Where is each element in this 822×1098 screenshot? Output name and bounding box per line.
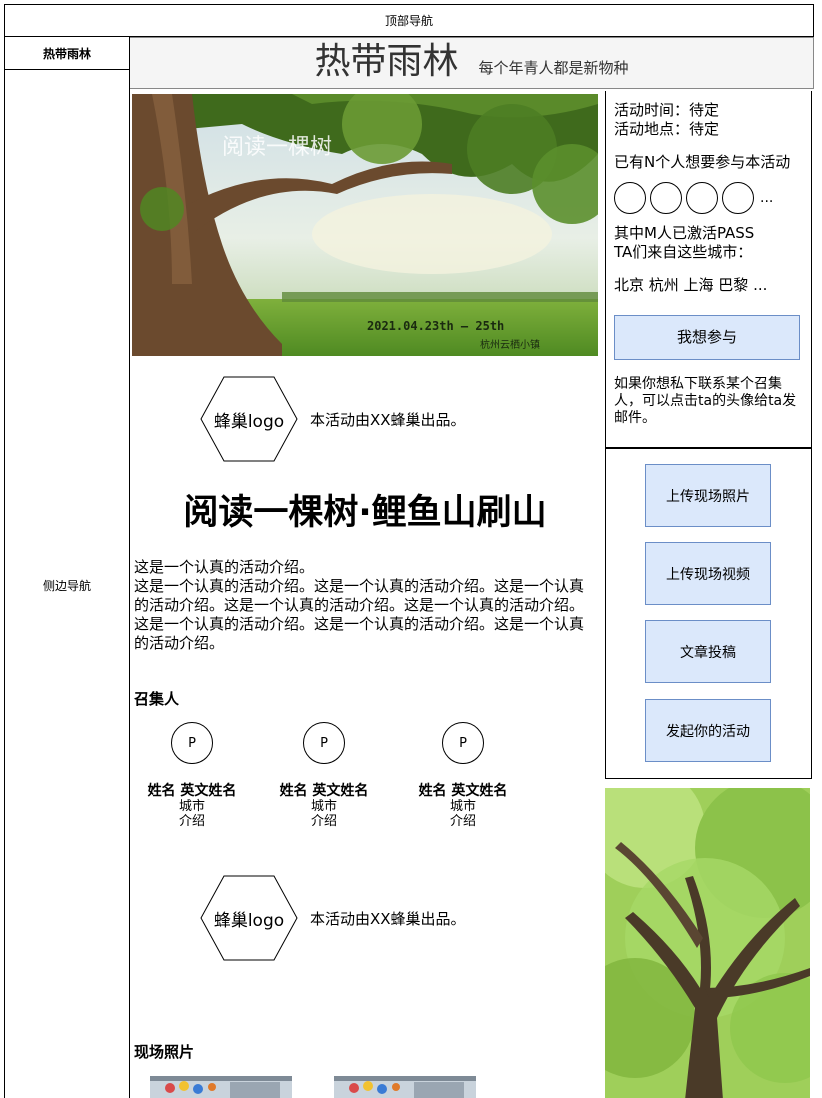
join-event-button[interactable]: 我想参与 [614,315,800,360]
hive-logo-label: 蜂巢logo [213,910,285,931]
hive-logo[interactable]: 蜂巢logo [200,376,298,462]
producer-text: 本活动由XX蜂巢出品。 [310,410,466,429]
cities-label: TA们来自这些城市： [614,243,753,261]
intro-body: 这是一个认真的活动介绍。这是一个认真的活动介绍。这是一个认真的活动介绍。这是一个… [134,577,585,652]
event-poster-image: 阅读一棵树 2021.04.23th — 25th 杭州云栖小镇 [132,94,598,356]
participant-avatar[interactable] [614,182,646,214]
site-photo-thumbnail[interactable] [334,1076,476,1098]
organizer-name: 姓名 英文姓名 [279,783,369,799]
hive-logo[interactable]: 蜂巢logo [200,875,298,961]
actions-panel: 上传现场照片 上传现场视频 文章投稿 发起你的活动 [605,448,812,779]
organizer-bio: 介绍 [178,814,205,829]
tree-photo [605,788,810,1098]
organizer-card: P 姓名 英文姓名 城市 介绍 [403,722,523,829]
organizer-city: 城市 [178,799,205,814]
cities-list: 北京 杭州 上海 巴黎 ... [614,276,768,294]
page-subtitle: 每个年青人都是新物种 [478,59,629,77]
poster-dates-text: 2021.04.23th — 25th [367,319,504,333]
participant-avatar[interactable] [722,182,754,214]
event-info-panel: 活动时间：待定 活动地点：待定 已有N个人想要参与本活动 ... 其中M人已激活… [605,91,812,448]
event-intro: 这是一个认真的活动介绍。 这是一个认真的活动介绍。这是一个认真的活动介绍。这是一… [134,558,594,653]
organizer-bio: 介绍 [310,814,337,829]
submit-article-button[interactable]: 文章投稿 [645,620,771,683]
more-avatars: ... [760,189,774,206]
page-header: 热带雨林 每个年青人都是新物种 [130,37,814,89]
organizers-title: 召集人 [134,690,180,708]
sidebar-brand[interactable]: 热带雨林 [4,37,130,70]
event-title: 阅读一棵树·鲤鱼山刷山 [183,493,547,533]
side-nav-label: 侧边导航 [42,578,91,593]
organizer-card: P 姓名 英文姓名 城市 介绍 [132,722,252,829]
organizer-avatar[interactable]: P [442,722,484,764]
organizer-avatar[interactable]: P [171,722,213,764]
top-navigation[interactable]: 顶部导航 [4,4,814,37]
hive-logo-label: 蜂巢logo [213,411,285,432]
organizer-name: 姓名 英文姓名 [147,783,237,799]
intro-first-line: 这是一个认真的活动介绍。 [134,558,315,576]
organizer-city: 城市 [310,799,337,814]
participant-avatars: ... [614,180,811,216]
organizer-bio: 介绍 [449,814,476,829]
start-event-button[interactable]: 发起你的活动 [645,699,771,762]
organizer-name: 姓名 英文姓名 [418,783,508,799]
participant-avatar[interactable] [686,182,718,214]
participant-avatar[interactable] [650,182,682,214]
organizer-card: P 姓名 英文姓名 城市 介绍 [264,722,384,829]
pass-count: 其中M人已激活PASS [614,224,755,242]
site-photo-thumbnail[interactable] [150,1076,292,1098]
upload-video-button[interactable]: 上传现场视频 [645,542,771,605]
poster-title-text: 阅读一棵树 [222,135,332,160]
poster-place-text: 杭州云栖小镇 [480,338,540,351]
organizer-avatar[interactable]: P [303,722,345,764]
organizer-city: 城市 [449,799,476,814]
event-location: 活动地点：待定 [614,120,720,138]
sidebar-brand-label: 热带雨林 [42,46,91,61]
top-nav-label: 顶部导航 [384,14,433,28]
producer-block: 蜂巢logo 本活动由XX蜂巢出品。 [200,376,466,462]
producer-text: 本活动由XX蜂巢出品。 [310,909,466,928]
interested-count: 已有N个人想要参与本活动 [614,153,791,171]
event-time: 活动时间：待定 [614,101,720,119]
side-navigation[interactable]: 侧边导航 [4,70,130,1098]
page-title: 热带雨林 [314,41,459,82]
upload-photos-button[interactable]: 上传现场照片 [645,464,771,527]
producer-block: 蜂巢logo 本活动由XX蜂巢出品。 [200,875,466,961]
contact-note: 如果你想私下联系某个召集人，可以点击ta的头像给ta发邮件。 [614,376,797,426]
photos-title: 现场照片 [134,1043,195,1061]
